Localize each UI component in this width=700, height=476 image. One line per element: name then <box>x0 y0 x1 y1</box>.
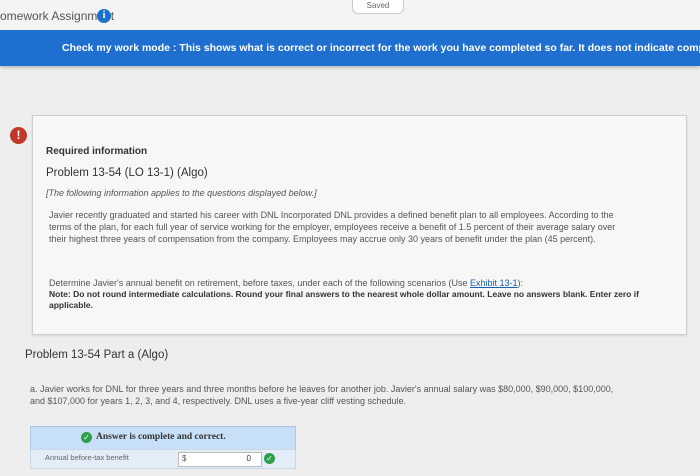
part-a-description: a. Javier works for DNL for three years … <box>30 384 614 406</box>
applies-note: [The following information applies to th… <box>46 188 317 198</box>
row-label: Annual before-tax benefit <box>45 453 129 462</box>
required-info-label: Required information <box>46 146 148 157</box>
part-a-title: Problem 13-54 Part a (Algo) <box>25 349 169 361</box>
rounding-note: Note: Do not round intermediate calculat… <box>49 289 639 310</box>
answer-row: Annual before-tax benefit $ 0 ✓ <box>30 449 296 469</box>
check-circle-icon: ✓ <box>81 432 92 443</box>
alert-icon: ! <box>10 127 27 144</box>
determine-prefix: Determine Javier's annual benefit on ret… <box>49 278 468 288</box>
correct-check-icon: ✓ <box>264 453 275 464</box>
scenario-text: Javier recently graduated and started hi… <box>49 210 616 244</box>
determine-text: Determine Javier's annual benefit on ret… <box>49 277 649 289</box>
check-my-work-banner: Check my work mode : This shows what is … <box>0 30 700 66</box>
info-icon[interactable]: i <box>97 9 111 23</box>
banner-text: Check my work mode : This shows what is … <box>62 42 700 54</box>
benefit-input[interactable]: $ 0 <box>178 452 262 467</box>
top-bar: omework Assignment i Saved <box>0 0 700 30</box>
saved-indicator: Saved <box>352 0 404 14</box>
required-information-card: Required information Problem 13-54 (LO 1… <box>32 115 687 335</box>
currency-symbol: $ <box>182 454 187 463</box>
answer-status-text: Answer is complete and correct. <box>96 432 226 442</box>
answer-status-bar: ✓ Answer is complete and correct. <box>30 426 296 450</box>
benefit-value[interactable]: 0 <box>247 454 251 463</box>
determine-suffix: ): <box>517 278 524 288</box>
exhibit-link[interactable]: Exhibit 13-1 <box>470 278 518 288</box>
problem-title: Problem 13-54 (LO 13-1) (Algo) <box>46 167 208 179</box>
